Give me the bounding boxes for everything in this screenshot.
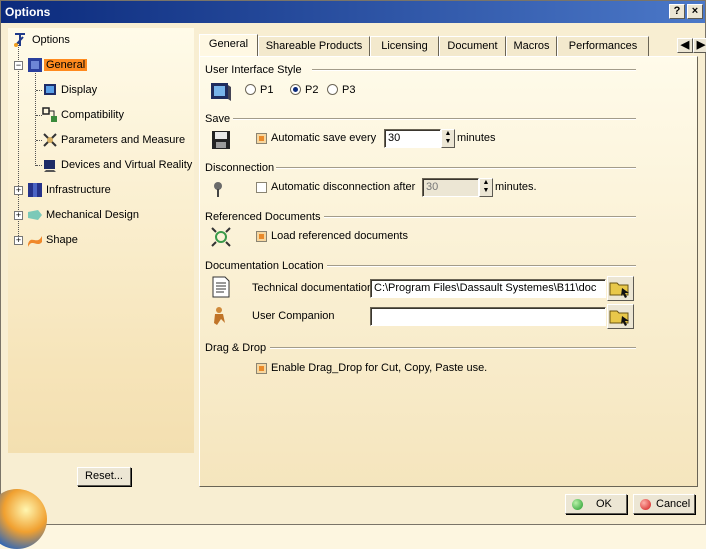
referenced-docs-icon (211, 227, 231, 247)
collapse-icon[interactable]: − (14, 61, 23, 70)
globe-logo (0, 489, 47, 549)
section-title: Referenced Documents (205, 211, 321, 223)
tab-macros[interactable]: Macros (506, 36, 557, 56)
auto-save-spinner[interactable]: ▲ ▼ (441, 129, 455, 148)
document-icon (212, 276, 230, 298)
auto-disconnect-minutes-input[interactable]: 30 (422, 178, 479, 197)
auto-save-unit: minutes (457, 132, 496, 144)
radio-p1[interactable] (245, 84, 256, 95)
section-divider (270, 347, 636, 349)
cancel-label: Cancel (656, 498, 691, 510)
folder-icon (609, 310, 629, 326)
options-dialog: Options ? × Options − General Display Co… (0, 0, 706, 549)
tree-item-label: Options (32, 34, 70, 46)
window-title: Options (5, 5, 51, 19)
ok-icon (572, 499, 583, 510)
spin-down-icon[interactable]: ▼ (480, 187, 492, 195)
options-root-icon (14, 33, 25, 47)
tree-connector (35, 70, 36, 166)
tree-item-label: Mechanical Design (46, 209, 139, 221)
tree-item-label: Infrastructure (46, 184, 111, 196)
radio-p3[interactable] (327, 84, 338, 95)
radio-label: P2 (305, 84, 319, 96)
radio-label: P1 (260, 84, 274, 96)
parameters-icon (43, 133, 57, 147)
tree-item-label: Display (61, 84, 98, 96)
tech-doc-path-input[interactable]: C:\Program Files\Dassault Systemes\B11\d… (370, 279, 606, 298)
drag-drop-label: Enable Drag_Drop for Cut, Copy, Paste us… (271, 362, 488, 374)
section-divider (327, 265, 636, 267)
spin-up-icon[interactable]: ▲ (442, 130, 454, 138)
tab-scroll-left-icon[interactable]: ◀ (677, 38, 693, 53)
close-button[interactable]: × (687, 4, 703, 19)
tab-shareable-products[interactable]: Shareable Products (258, 36, 370, 56)
tree-item-label: Shape (46, 234, 78, 246)
reset-button[interactable]: Reset... (77, 467, 131, 486)
tree-item-label: General (44, 59, 88, 71)
ok-button[interactable]: OK (565, 494, 627, 514)
drag-drop-checkbox[interactable] (256, 363, 267, 374)
user-companion-browse-button[interactable] (607, 304, 634, 329)
section-divider (324, 216, 636, 218)
expand-icon[interactable]: + (14, 211, 23, 220)
section-divider (312, 69, 636, 71)
options-tree: Options − General Display Compatibility (8, 28, 194, 453)
auto-save-minutes-input[interactable]: 30 (384, 129, 441, 148)
tech-doc-label: Technical documentation (252, 282, 374, 294)
tab-bar: General Shareable Products Licensing Doc… (199, 34, 706, 57)
tab-licensing[interactable]: Licensing (370, 36, 439, 56)
tab-document[interactable]: Document (439, 36, 506, 56)
radio-label: P3 (342, 84, 356, 96)
tech-doc-browse-button[interactable] (607, 276, 634, 301)
tree-item-label: Devices and Virtual Reality (61, 159, 193, 171)
auto-save-checkbox[interactable] (256, 133, 267, 144)
general-icon (28, 58, 42, 72)
ok-label: OK (596, 498, 612, 510)
user-companion-label: User Companion (252, 310, 335, 322)
user-companion-icon (214, 307, 225, 325)
section-divider (276, 167, 636, 169)
expand-icon[interactable]: + (14, 236, 23, 245)
section-title: Documentation Location (205, 260, 324, 272)
load-referenced-checkbox[interactable] (256, 231, 267, 242)
auto-disconnect-unit: minutes. (495, 181, 537, 193)
monitor-icon (211, 83, 231, 101)
cancel-button[interactable]: Cancel (633, 494, 695, 514)
tab-scroll-right-icon[interactable]: ▶ (693, 38, 706, 53)
infrastructure-icon (28, 183, 42, 197)
disconnect-icon (214, 182, 222, 197)
tab-performances[interactable]: Performances (557, 36, 649, 56)
display-icon (44, 84, 56, 95)
devices-icon (44, 160, 56, 172)
load-referenced-label: Load referenced documents (271, 230, 408, 242)
folder-icon (609, 282, 629, 298)
expand-icon[interactable]: + (14, 186, 23, 195)
section-divider (233, 118, 636, 120)
tree-item-label: Compatibility (61, 109, 124, 121)
spin-down-icon[interactable]: ▼ (442, 138, 454, 146)
user-companion-input[interactable] (370, 307, 606, 326)
tree-item-label: Parameters and Measure (61, 134, 186, 146)
auto-disconnect-label: Automatic disconnection after (271, 181, 416, 193)
radio-p2[interactable] (290, 84, 301, 95)
help-button[interactable]: ? (669, 4, 685, 19)
section-title: Disconnection (205, 162, 275, 174)
tab-general[interactable]: General (199, 34, 258, 57)
mechanical-design-icon (28, 210, 42, 220)
section-title: User Interface Style (205, 64, 302, 76)
shape-icon (28, 236, 42, 247)
auto-disconnect-spinner[interactable]: ▲ ▼ (479, 178, 493, 197)
title-bar: Options (1, 1, 705, 23)
general-panel: User Interface Style P1 P2 P3 Save Autom… (199, 56, 698, 487)
auto-save-label: Automatic save every (271, 132, 377, 144)
section-title: Drag & Drop (205, 342, 267, 354)
section-title: Save (205, 113, 231, 125)
cancel-icon (640, 499, 651, 510)
spin-up-icon[interactable]: ▲ (480, 179, 492, 187)
compatibility-icon (42, 107, 57, 122)
auto-disconnect-checkbox[interactable] (256, 182, 267, 193)
floppy-disk-icon (212, 131, 230, 149)
